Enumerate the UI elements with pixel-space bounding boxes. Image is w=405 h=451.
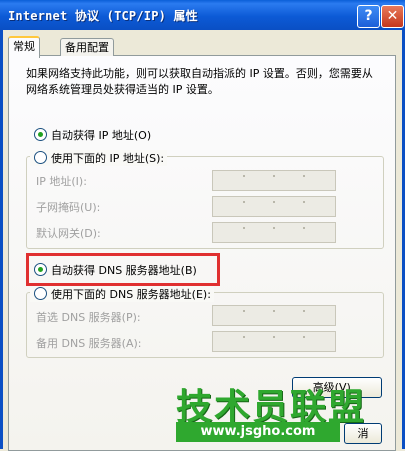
default-gateway-input[interactable] (212, 222, 336, 243)
dns-manual-label[interactable]: 使用下面的 DNS 服务器地址(E): (51, 288, 211, 301)
window-title: Internet 协议 (TCP/IP) 属性 (8, 9, 198, 23)
tab-alternate-config[interactable]: 备用配置 (60, 38, 114, 56)
alternate-dns-input[interactable] (212, 331, 336, 352)
description-text: 如果网络支持此功能，则可以获取自动指派的 IP 设置。否则，您需要从网络系统管理… (26, 67, 373, 96)
help-button[interactable]: ? (357, 5, 380, 28)
ip-auto-radio[interactable] (34, 128, 47, 141)
ip-auto-label[interactable]: 自动获得 IP 地址(O) (51, 127, 151, 143)
ip-address-label: IP 地址(I): (36, 175, 87, 188)
close-button[interactable]: ✕ (381, 5, 404, 28)
alternate-dns-label: 备用 DNS 服务器(A): (36, 337, 142, 350)
tab-general[interactable]: 常规 (8, 36, 40, 58)
dns-manual-radio[interactable] (34, 287, 47, 300)
default-gateway-label: 默认网关(D): (36, 227, 101, 240)
ip-manual-option[interactable]: 使用下面的 IP 地址(S): (30, 150, 168, 166)
subnet-mask-label: 子网掩码(U): (36, 201, 101, 214)
subnet-mask-input[interactable] (212, 196, 336, 217)
ip-manual-radio[interactable] (34, 151, 47, 164)
window-frame-left (0, 30, 3, 449)
preferred-dns-label: 首选 DNS 服务器(P): (36, 311, 141, 324)
ip-address-input[interactable] (212, 170, 336, 191)
dns-auto-radio[interactable] (34, 263, 47, 276)
ip-manual-label[interactable]: 使用下面的 IP 地址(S): (51, 152, 164, 165)
dns-auto-label[interactable]: 自动获得 DNS 服务器地址(B) (51, 262, 197, 278)
watermark-url: www.jsgho.com (176, 422, 340, 442)
preferred-dns-input[interactable] (212, 305, 336, 326)
dns-manual-option[interactable]: 使用下面的 DNS 服务器地址(E): (30, 286, 214, 302)
